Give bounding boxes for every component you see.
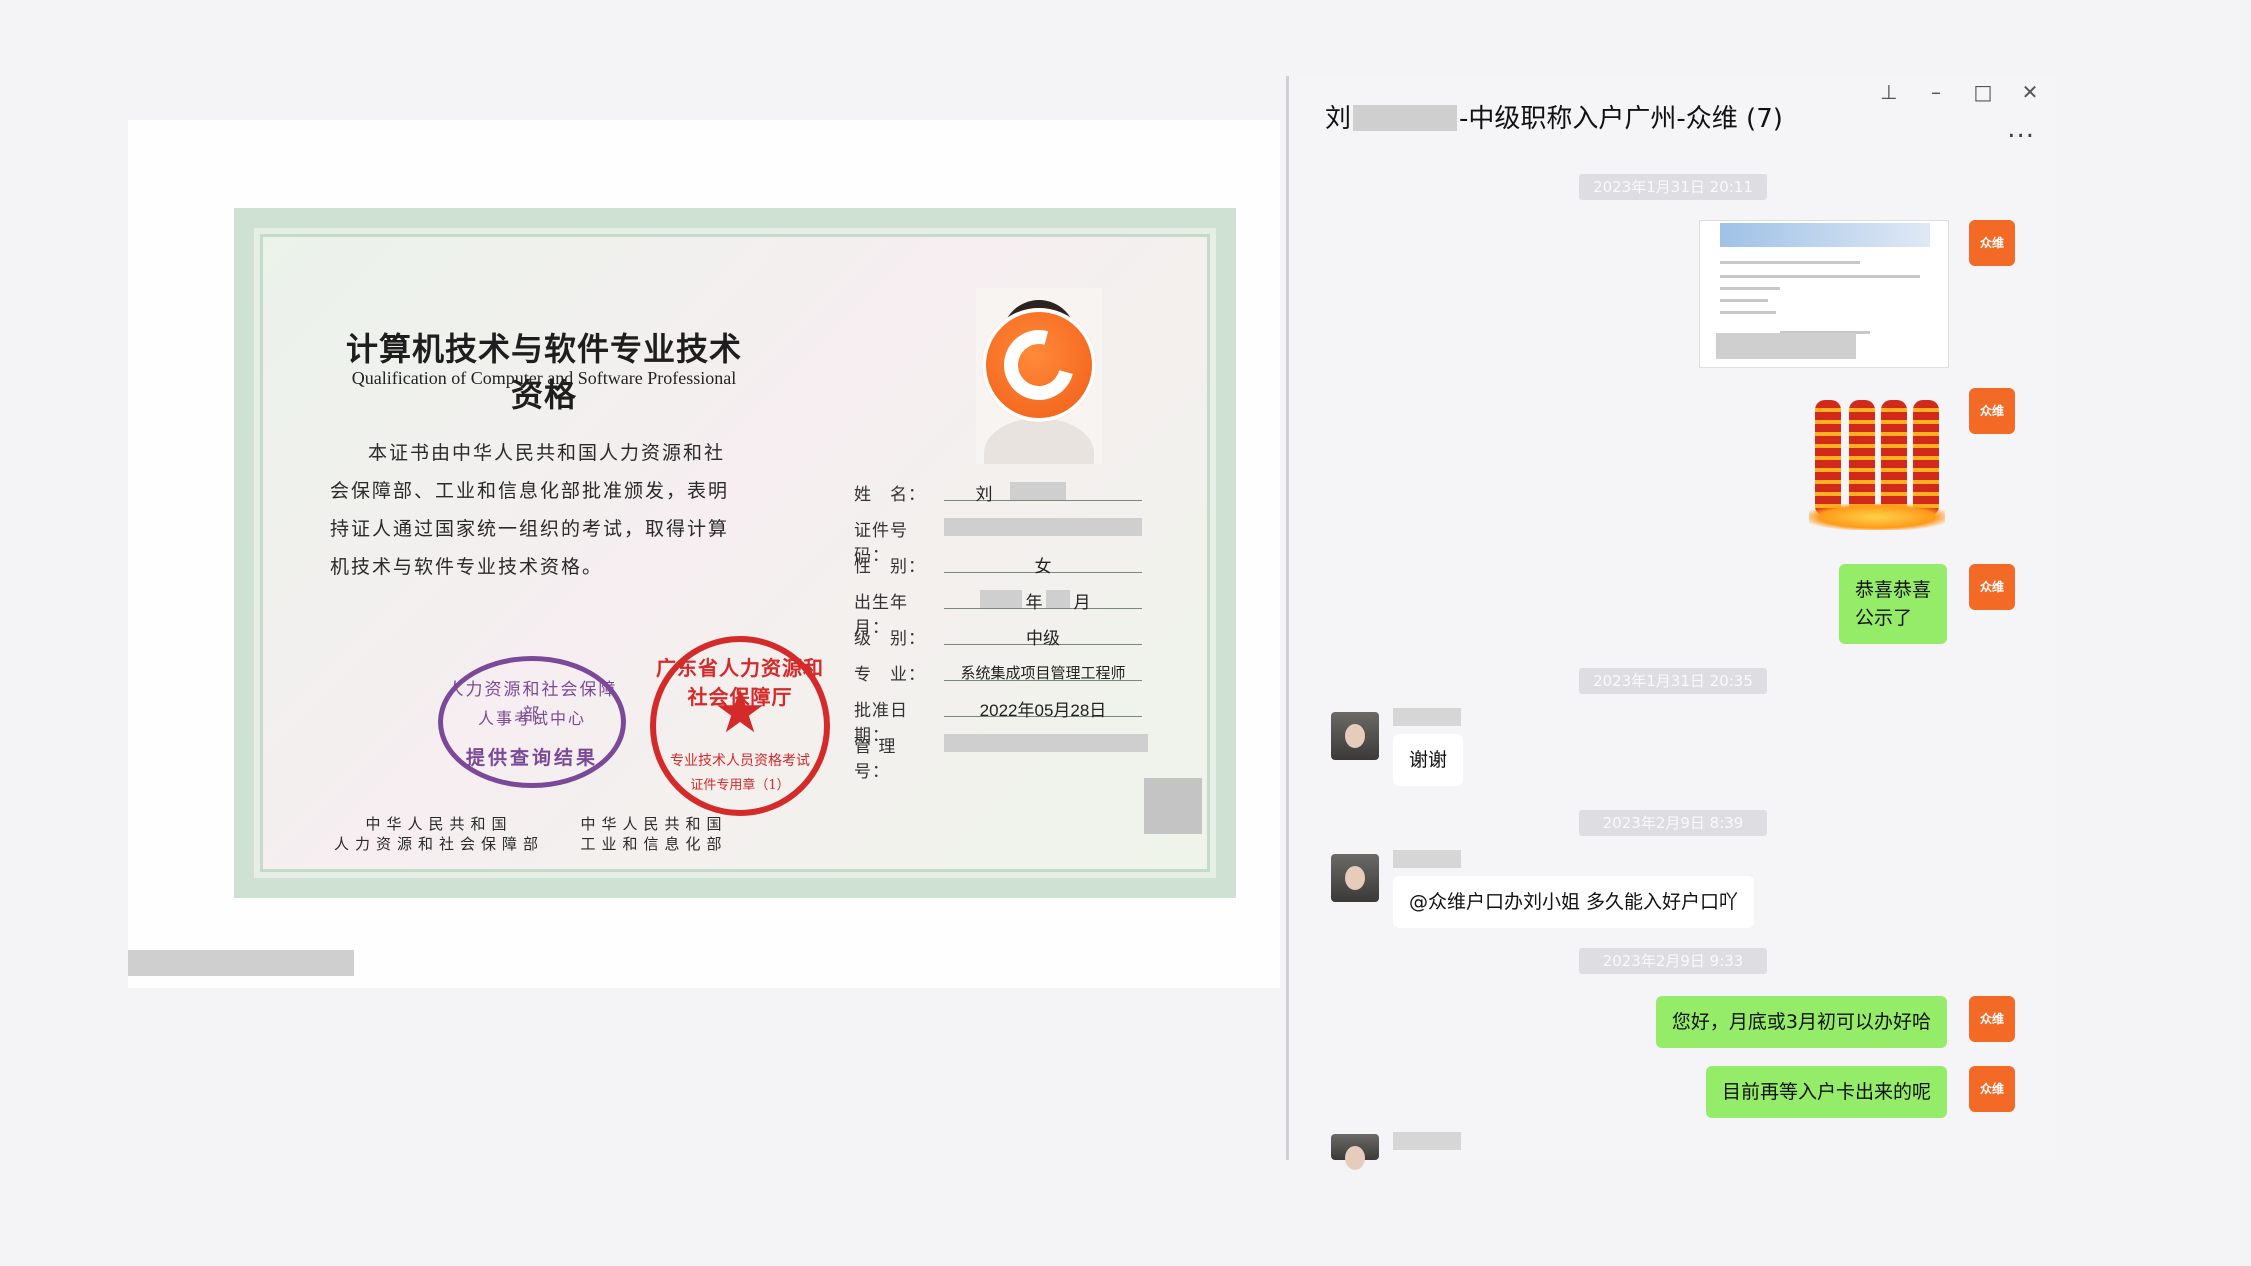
my-message-bubble[interactable]: 目前再等入户卡出来的呢 (1705, 1066, 1947, 1118)
contact-name-redaction (1393, 1132, 1461, 1150)
doc-line (1720, 287, 1780, 290)
certificate-image-panel: 计算机技术与软件专业技术资格 Qualification of Computer… (128, 120, 1280, 988)
doc-line (1720, 311, 1776, 314)
photo-shoulders (984, 418, 1094, 464)
level-value: 中级 (1026, 629, 1060, 649)
contact-avatar[interactable] (1331, 1134, 1379, 1170)
my-avatar[interactable]: 众维 (1969, 996, 2015, 1042)
firecracker (1815, 400, 1841, 516)
doc-line (1720, 261, 1860, 264)
issuer-left: 中华人民共和国 人力资源和社会保障部 (334, 815, 545, 853)
gender-value: 女 (1034, 557, 1052, 577)
name-value: 刘 (975, 485, 993, 505)
spark (1809, 504, 1945, 530)
my-message-bubble[interactable]: 恭喜恭喜 公示了 (1838, 564, 1947, 644)
timestamp: 2023年2月9日 9:33 (1579, 948, 1767, 974)
contact-name-redaction (1393, 708, 1461, 726)
caption-redaction (128, 950, 354, 976)
management-number-label: 管 理 号： (854, 737, 897, 782)
chat-window: ⊥ – □ ✕ 刘 -中级职称入户广州-众维 (7) ... 2023年1月31日… (1286, 76, 2055, 1170)
contact-message-bubble[interactable]: @众维户口办刘小姐 多久能入好户口吖 (1393, 876, 1755, 928)
doc-redaction (1716, 333, 1856, 359)
maximize-icon[interactable]: □ (1968, 80, 1998, 104)
qr-code-redaction (1144, 778, 1202, 834)
firecracker (1849, 400, 1875, 516)
contact-avatar[interactable] (1331, 712, 1379, 760)
timestamp: 2023年2月9日 8:39 (1579, 810, 1767, 836)
my-avatar[interactable]: 众维 (1969, 1066, 2015, 1112)
close-icon[interactable]: ✕ (2015, 80, 2045, 104)
zhongwei-logo-icon (982, 308, 1096, 422)
red-seal: 广东省人力资源和社会保障厅 ★ 专业技术人员资格考试 证件专用章（1） (650, 636, 830, 816)
doc-header-bar (1720, 223, 1930, 247)
birth-month-redaction (1046, 590, 1070, 608)
holder-photo (976, 288, 1102, 464)
document-screenshot-image[interactable] (1699, 220, 1949, 368)
name-redaction (1010, 482, 1066, 500)
gender-label: 性 别： (854, 557, 926, 577)
doc-line (1720, 299, 1768, 302)
my-avatar[interactable]: 众维 (1969, 564, 2015, 610)
birth-year-suffix: 年 (1025, 593, 1043, 613)
purple-seal-line2: 人事考试中心 (477, 709, 586, 728)
purple-seal-line3: 提供查询结果 (465, 747, 598, 769)
timestamp: 2023年1月31日 20:11 (1579, 174, 1767, 200)
contact-avatar[interactable] (1331, 854, 1379, 902)
timestamp: 2023年1月31日 20:35 (1579, 668, 1767, 694)
certificate-subtitle: Qualification of Computer and Software P… (351, 368, 737, 388)
birth-year-redaction (980, 590, 1022, 608)
minimize-icon[interactable]: – (1921, 80, 1951, 104)
major-value: 系统集成项目管理工程师 (960, 664, 1126, 682)
red-seal-line2: 专业技术人员资格考试 (670, 753, 810, 769)
purple-seal: 人力资源和社会保障部 人事考试中心 提供查询结果 (438, 656, 626, 788)
my-avatar[interactable]: 众维 (1969, 388, 2015, 434)
major-label: 专 业： (854, 665, 926, 685)
more-options-icon[interactable]: ... (2007, 114, 2035, 144)
chat-title-prefix: 刘 (1325, 104, 1352, 134)
issuer-right: 中华人民共和国 工业和信息化部 (580, 815, 728, 853)
chat-title-suffix: -中级职称入户广州-众维 (7) (1459, 104, 1783, 134)
id-number-redaction (944, 518, 1142, 536)
pin-icon[interactable]: ⊥ (1874, 80, 1904, 104)
firecracker (1881, 400, 1907, 516)
chat-title: 刘 -中级职称入户广州-众维 (7) (1325, 98, 1783, 135)
level-label: 级 别： (854, 629, 926, 649)
red-seal-line3: 证件专用章（1） (690, 778, 790, 793)
certificate: 计算机技术与软件专业技术资格 Qualification of Computer… (234, 208, 1236, 898)
chat-title-redaction (1353, 105, 1458, 131)
star-icon: ★ (713, 677, 767, 747)
management-number-redaction (944, 734, 1148, 752)
my-avatar[interactable]: 众维 (1969, 220, 2015, 266)
approval-date-value: 2022年05月28日 (979, 701, 1107, 720)
firecracker (1913, 400, 1939, 516)
name-label: 姓 名： (854, 485, 926, 505)
birth-month-suffix: 月 (1073, 593, 1091, 613)
my-message-bubble[interactable]: 您好，月底或3月初可以办好哈 (1655, 996, 1947, 1048)
firecrackers-image[interactable] (1809, 392, 1945, 530)
contact-name-redaction (1393, 850, 1461, 868)
certificate-body-text: 本证书由中华人民共和国人力资源和社会保障部、工业和信息化部批准颁发，表明持证人通… (330, 442, 730, 578)
contact-message-bubble[interactable]: 谢谢 (1393, 734, 1464, 786)
doc-line (1720, 275, 1920, 278)
